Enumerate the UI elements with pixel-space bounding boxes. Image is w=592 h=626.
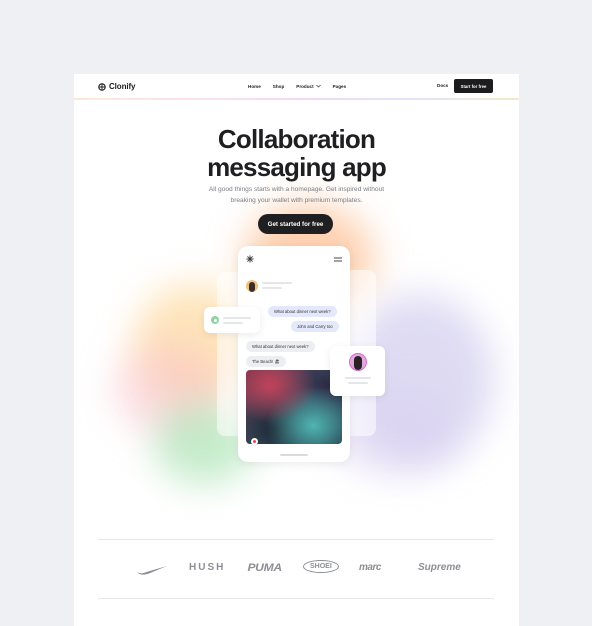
brands-top-divider: [98, 539, 494, 540]
hero-title-line2: messaging app: [207, 152, 387, 182]
nav-link-shop[interactable]: Shop: [273, 84, 284, 89]
nike-logo: [137, 566, 167, 575]
chevron-down-icon: [315, 84, 321, 88]
check-icon: [211, 316, 219, 324]
shoei-logo-text: SHOEI: [310, 563, 332, 570]
notification-card: [204, 307, 260, 333]
profile-avatar: [349, 353, 367, 371]
asterisk-icon: [246, 255, 254, 263]
nav-link-home[interactable]: Home: [248, 84, 261, 89]
hero-title-line1: Collaboration: [217, 124, 376, 154]
shoei-logo: SHOEI: [303, 560, 339, 573]
nav-link-product[interactable]: Product: [296, 83, 321, 89]
home-indicator: [280, 454, 308, 456]
nav-link-pages[interactable]: Pages: [333, 84, 347, 89]
profile-card: [330, 346, 385, 396]
brand-logos-row: HUSH PUMA SHOEI marc Supreme: [74, 556, 519, 582]
shared-image[interactable]: [246, 370, 342, 444]
marc-logo: marc: [359, 562, 381, 573]
brand-logo[interactable]: Clonify: [98, 82, 136, 91]
profile-line-2: [348, 382, 368, 384]
contact-name-placeholder: [262, 282, 292, 284]
nav-link-docs[interactable]: Docs: [437, 83, 448, 88]
brands-bottom-divider: [98, 598, 494, 599]
notification-line-2: [223, 322, 243, 324]
record-icon[interactable]: [251, 438, 258, 445]
nav-menu: Home Shop Product Pages: [248, 74, 346, 98]
hero-subtitle-line1: All good things starts with a homepage. …: [208, 186, 385, 193]
start-for-free-button[interactable]: Start for free: [454, 79, 493, 93]
puma-logo: PUMA: [247, 562, 282, 574]
chat-message-3: What about dinner next week?: [246, 341, 315, 352]
avatar: [246, 280, 258, 292]
chat-message-2: John and Carry too: [291, 321, 339, 332]
nav-gradient-divider: [74, 98, 519, 100]
landing-page: Clonify Home Shop Product Pages Docs Sta…: [74, 74, 519, 626]
hero-subtitle-line2: breaking your wallet with premium templa…: [230, 197, 363, 204]
get-started-button[interactable]: Get started for free: [258, 214, 333, 234]
contact-status-placeholder: [262, 287, 282, 289]
nav-link-product-label: Product: [296, 83, 314, 89]
chat-message-1: What about dinner next week?: [268, 306, 337, 317]
brand-name: Clonify: [109, 82, 136, 91]
supreme-logo: Supreme: [418, 562, 461, 573]
notification-line-1: [223, 317, 251, 319]
hush-logo: HUSH: [189, 562, 226, 573]
profile-line-1: [345, 377, 371, 379]
chat-message-4: The Beach! 🏖: [246, 356, 286, 367]
menu-icon[interactable]: [334, 257, 342, 262]
clonify-logo-icon: [98, 82, 106, 91]
